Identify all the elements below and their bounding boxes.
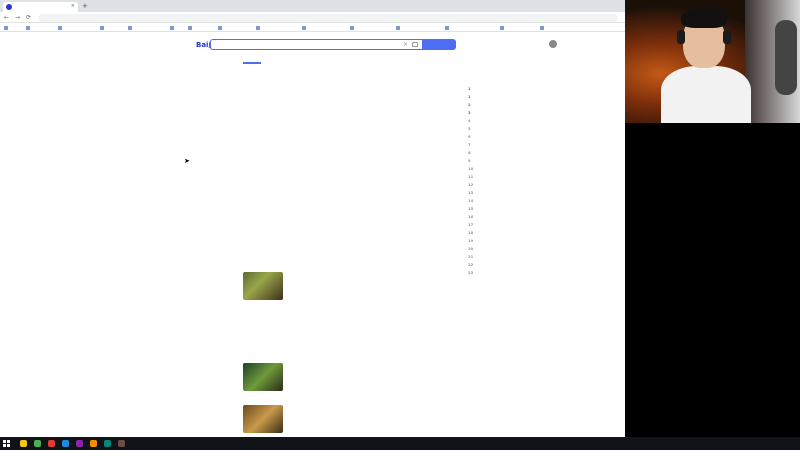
microphone-icon	[775, 20, 797, 95]
headset-icon	[677, 30, 685, 44]
hot-item[interactable]: 16	[468, 214, 473, 219]
browser-tab-bar: × +	[0, 0, 625, 12]
baidu-results-page: Bai度百度 ×	[0, 32, 625, 437]
stream-side-panel	[625, 123, 800, 437]
hot-item[interactable]: 18	[468, 230, 473, 235]
bookmark-item[interactable]	[396, 25, 401, 30]
hot-item[interactable]: 4	[468, 118, 473, 123]
hot-item[interactable]: 23	[468, 270, 473, 275]
tab-close-icon[interactable]: ×	[71, 3, 75, 9]
bookmarks-bar	[0, 23, 625, 32]
hot-item[interactable]: 10	[468, 166, 473, 171]
search-input[interactable]: ×	[210, 39, 422, 50]
hot-item[interactable]: 6	[468, 134, 473, 139]
bookmark-item[interactable]	[302, 25, 307, 30]
hot-item[interactable]: 11	[468, 174, 473, 179]
back-icon[interactable]: ←	[4, 14, 9, 21]
file-explorer-icon[interactable]	[20, 440, 27, 447]
taskbar-app-icon[interactable]	[34, 440, 41, 447]
baidu-favicon-icon	[6, 4, 12, 10]
camera-icon[interactable]	[412, 42, 418, 47]
hot-item[interactable]: 22	[468, 262, 473, 267]
result-thumbnail[interactable]	[243, 272, 283, 300]
avatar[interactable]	[549, 40, 557, 48]
taskbar-app-icon[interactable]	[104, 440, 111, 447]
bookmark-item[interactable]	[218, 25, 223, 30]
bookmark-item[interactable]	[58, 25, 63, 30]
taskbar-app-icon[interactable]	[62, 440, 69, 447]
hot-item[interactable]: 7	[468, 142, 473, 147]
chrome-icon[interactable]	[48, 440, 55, 447]
windows-taskbar	[0, 437, 800, 450]
hot-item[interactable]: 13	[468, 190, 473, 195]
forward-icon[interactable]: →	[15, 14, 20, 21]
result-thumbnail[interactable]	[243, 363, 283, 391]
address-bar-row: ← → ⟳	[0, 12, 625, 23]
taskbar-app-icon[interactable]	[90, 440, 97, 447]
bookmark-item[interactable]	[500, 25, 505, 30]
hot-item[interactable]: 12	[468, 182, 473, 187]
headset-icon	[723, 30, 731, 44]
bookmark-item[interactable]	[256, 25, 261, 30]
streamer-body	[661, 66, 751, 123]
hot-item[interactable]: 15	[468, 206, 473, 211]
hot-item[interactable]: 19	[468, 238, 473, 243]
bookmark-item[interactable]	[26, 25, 31, 30]
hot-item[interactable]: 3	[468, 110, 473, 115]
new-tab-button[interactable]: +	[82, 2, 88, 10]
active-tab-indicator	[243, 62, 261, 64]
bookmark-item[interactable]	[170, 25, 175, 30]
taskbar-app-icon[interactable]	[118, 440, 125, 447]
hot-item[interactable]: 8	[468, 150, 473, 155]
bookmark-item[interactable]	[540, 25, 545, 30]
bookmark-item[interactable]	[350, 25, 355, 30]
url-field[interactable]	[38, 13, 618, 22]
browser-tab[interactable]: ×	[3, 2, 78, 12]
streamer-hair	[681, 8, 727, 28]
clear-icon[interactable]: ×	[403, 41, 408, 48]
hot-item[interactable]: 2	[468, 102, 473, 107]
bookmark-item[interactable]	[445, 25, 450, 30]
hot-item[interactable]: 1	[468, 94, 473, 99]
hot-item[interactable]: 14	[468, 198, 473, 203]
bookmark-item[interactable]	[100, 25, 105, 30]
logo-text: Bai	[196, 41, 209, 49]
bookmark-item[interactable]	[4, 25, 9, 30]
bookmark-item[interactable]	[188, 25, 193, 30]
hot-item[interactable]: 17	[468, 222, 473, 227]
reload-icon[interactable]: ⟳	[26, 14, 31, 21]
mouse-cursor-icon: ➤	[184, 157, 190, 165]
webcam-overlay	[625, 0, 800, 123]
hot-item[interactable]: 5	[468, 126, 473, 131]
hot-item[interactable]: 21	[468, 254, 473, 259]
result-thumbnail[interactable]	[243, 405, 283, 433]
bookmark-item[interactable]	[128, 25, 133, 30]
hot-item[interactable]: 9	[468, 158, 473, 163]
windows-start-icon[interactable]	[3, 440, 10, 447]
search-button[interactable]	[422, 39, 456, 50]
hot-item[interactable]: 1	[468, 86, 473, 91]
taskbar-app-icon[interactable]	[76, 440, 83, 447]
hot-item[interactable]: 20	[468, 246, 473, 251]
